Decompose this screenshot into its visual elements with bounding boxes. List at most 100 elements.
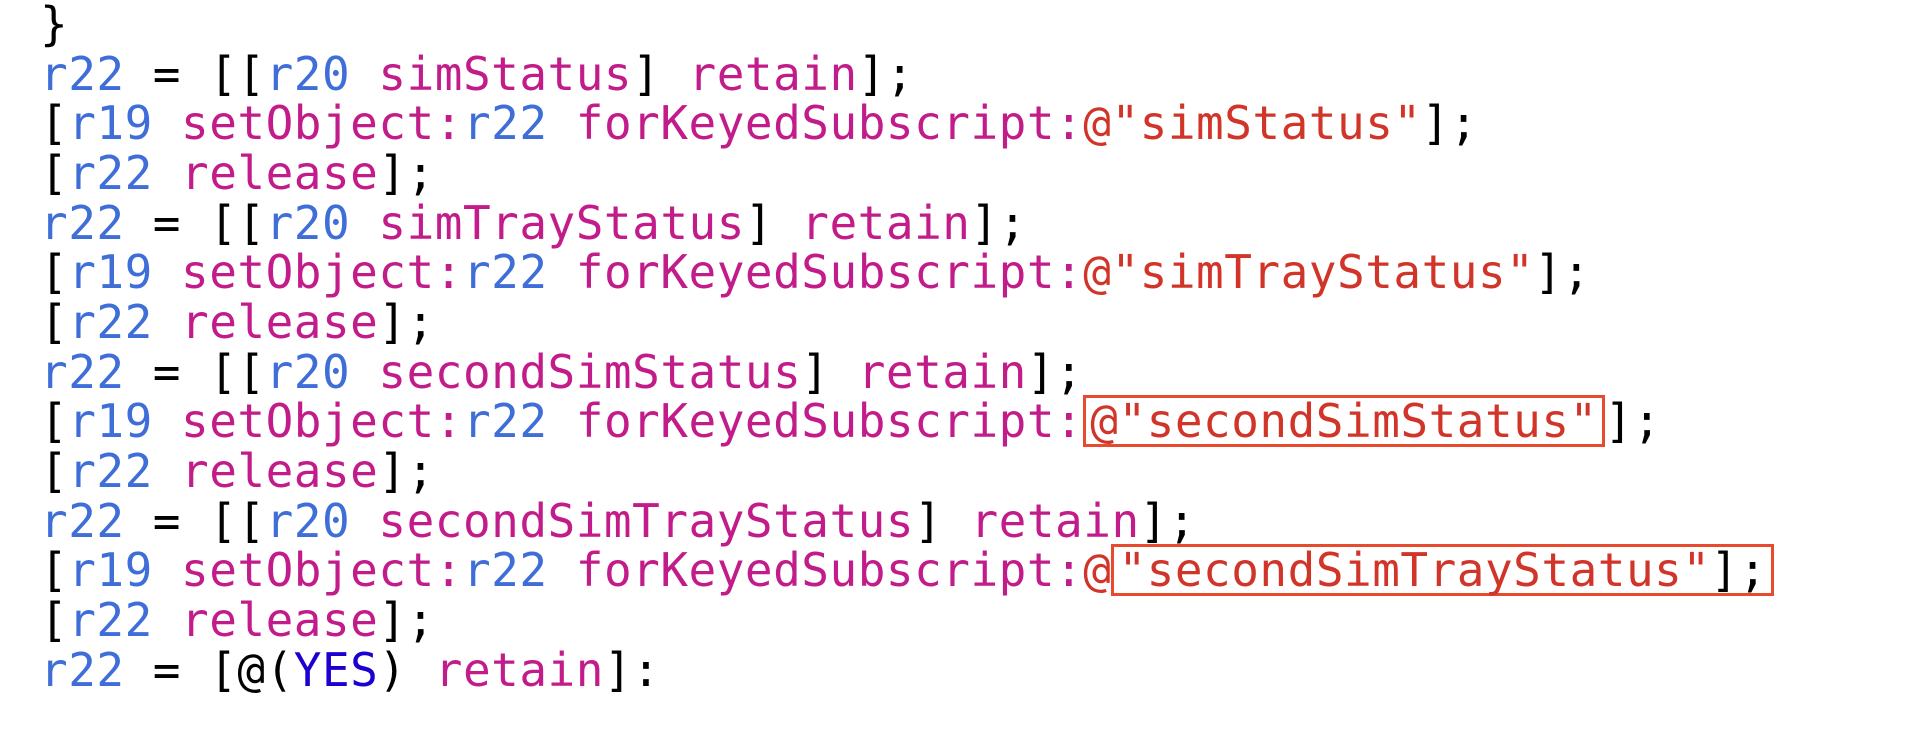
lbr2: [[	[209, 494, 265, 548]
reg-r22: r22	[463, 96, 548, 150]
reg-r19: r19	[68, 96, 153, 150]
lbr: [	[40, 394, 68, 448]
reg-r22: r22	[68, 295, 153, 349]
lbr: [	[40, 295, 68, 349]
lbr2: [[	[209, 196, 265, 250]
eq: =	[125, 643, 210, 697]
rbr-semi: ];	[378, 295, 434, 349]
code-line: r22 = [[r20 simTrayStatus] retain];	[40, 196, 1027, 250]
reg-r22: r22	[40, 643, 125, 697]
str-simTrayStatus: @"simTrayStatus"	[1083, 245, 1534, 299]
sel-release: release	[181, 295, 378, 349]
reg-r22: r22	[463, 245, 548, 299]
reg-r22: r22	[68, 444, 153, 498]
code-line: r22 = [[r20 secondSimTrayStatus] retain]…	[40, 494, 1196, 548]
sel-release: release	[181, 146, 378, 200]
code-line: [r22 release];	[40, 295, 435, 349]
rbr-semi: ];	[970, 196, 1026, 250]
sel-retain: retain	[689, 47, 858, 101]
sp	[153, 593, 181, 647]
sel-release: release	[181, 444, 378, 498]
code-line: [r22 release];	[40, 444, 435, 498]
reg-r22: r22	[68, 593, 153, 647]
eq: =	[125, 196, 210, 250]
rbr-semi: ];	[1027, 345, 1083, 399]
eq: =	[125, 345, 210, 399]
sel-forKeyedSubscript: forKeyedSubscript:	[576, 96, 1084, 150]
sel-retain: retain	[801, 196, 970, 250]
atp: @(	[237, 643, 293, 697]
rbr-semi: ];	[378, 444, 434, 498]
sp	[153, 444, 181, 498]
lbr: [	[40, 245, 68, 299]
reg-r19: r19	[68, 543, 153, 597]
rbr-colon: ]:	[604, 643, 660, 697]
lbr2: [[	[209, 345, 265, 399]
lbr: [	[40, 543, 68, 597]
sp	[548, 543, 576, 597]
rbr-sp: ]	[745, 196, 801, 250]
rbr-semi: ];	[1140, 494, 1196, 548]
sel-setObject: setObject:	[181, 543, 463, 597]
code-line: r22 = [@(YES) retain]:	[40, 643, 660, 697]
str-simStatus: @"simStatus"	[1083, 96, 1421, 150]
reg-r20: r20	[266, 47, 351, 101]
highlight-box-2: "secondSimTrayStatus"];	[1111, 544, 1773, 596]
highlight-box-1: @"secondSimStatus"	[1083, 395, 1605, 447]
reg-r22: r22	[40, 345, 125, 399]
reg-r22: r22	[463, 394, 548, 448]
sel-retain: retain	[970, 494, 1139, 548]
rbr-semi: ];	[1422, 96, 1478, 150]
code-line: r22 = [[r20 secondSimStatus] retain];	[40, 345, 1083, 399]
lbr: [	[40, 593, 68, 647]
sel-forKeyedSubscript: forKeyedSubscript:	[576, 245, 1084, 299]
lbr: [	[40, 146, 68, 200]
code-editor[interactable]: } r22 = [[r20 simStatus] retain]; [r19 s…	[0, 0, 1920, 695]
sp	[350, 196, 378, 250]
lbr2: [[	[209, 47, 265, 101]
rbr-semi: ];	[378, 146, 434, 200]
code-line: }	[40, 0, 68, 51]
sel-secondSimStatus: secondSimStatus	[378, 345, 801, 399]
sp	[407, 643, 435, 697]
rp: )	[378, 643, 406, 697]
sp	[350, 47, 378, 101]
lbr: [	[209, 643, 237, 697]
eq: =	[125, 47, 210, 101]
code-line: [r22 release];	[40, 593, 435, 647]
rbr-semi: ];	[1605, 394, 1661, 448]
sel-simTrayStatus: simTrayStatus	[378, 196, 745, 250]
sp	[153, 295, 181, 349]
rbr-sp: ]	[914, 494, 970, 548]
rbr-semi: ];	[1711, 543, 1767, 597]
code-line: [r19 setObject:r22 forKeyedSubscript:@"s…	[40, 394, 1661, 448]
rbr-sp: ]	[801, 345, 857, 399]
sp	[153, 543, 181, 597]
reg-r22: r22	[40, 494, 125, 548]
sp	[548, 96, 576, 150]
str-secondSimStatus: @"secondSimStatus"	[1090, 394, 1598, 448]
sel-retain: retain	[858, 345, 1027, 399]
sel-forKeyedSubscript: forKeyedSubscript:	[576, 394, 1084, 448]
reg-r19: r19	[68, 245, 153, 299]
rbr-semi: ];	[858, 47, 914, 101]
str-secondSimTrayStatus: "secondSimTrayStatus"	[1118, 543, 1710, 597]
code-line: r22 = [[r20 simStatus] retain];	[40, 47, 914, 101]
lbr: [	[40, 96, 68, 150]
reg-r22: r22	[463, 543, 548, 597]
str-at: @	[1083, 543, 1111, 597]
rbr-semi: ];	[1534, 245, 1590, 299]
sel-release: release	[181, 593, 378, 647]
lit-yes: YES	[294, 643, 379, 697]
sel-simStatus: simStatus	[378, 47, 632, 101]
reg-r19: r19	[68, 394, 153, 448]
rbr-sp: ]	[632, 47, 688, 101]
sel-setObject: setObject:	[181, 96, 463, 150]
code-line: [r19 setObject:r22 forKeyedSubscript:@"s…	[40, 543, 1774, 597]
sp	[350, 494, 378, 548]
sp	[548, 394, 576, 448]
sel-forKeyedSubscript: forKeyedSubscript:	[576, 543, 1084, 597]
code-line: [r22 release];	[40, 146, 435, 200]
code-line: [r19 setObject:r22 forKeyedSubscript:@"s…	[40, 245, 1591, 299]
reg-r22: r22	[68, 146, 153, 200]
